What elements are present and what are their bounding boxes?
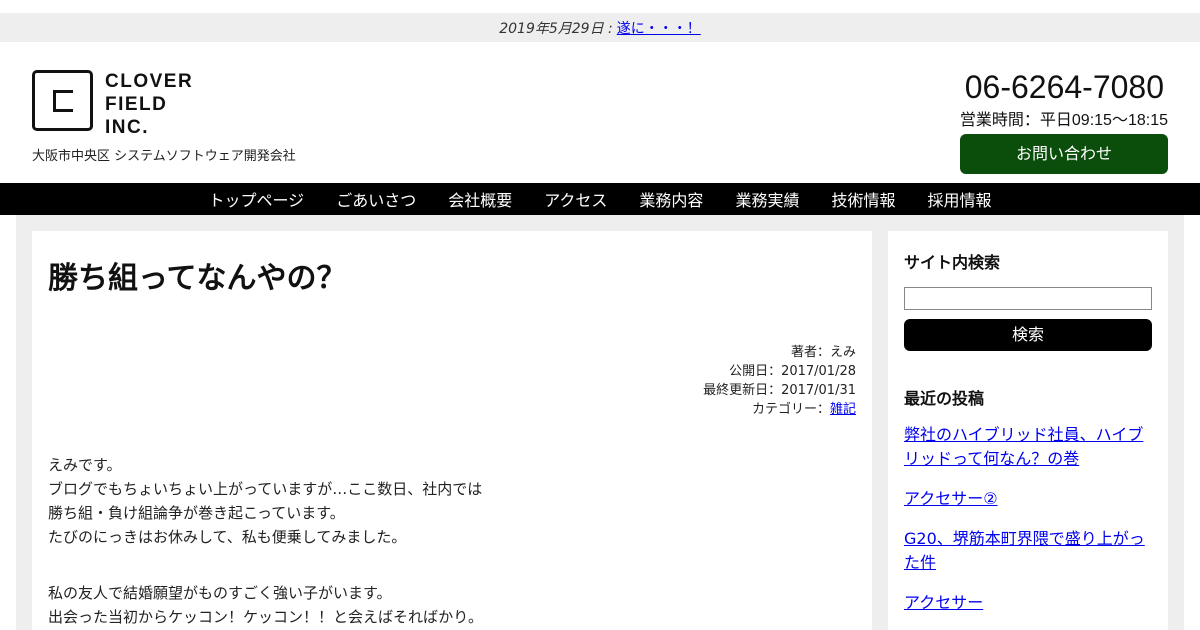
news-date: 2019年5月29日 : [499, 20, 613, 37]
search-widget-title: サイト内検索 [904, 253, 1001, 272]
main-nav: トップページ ごあいさつ 会社概要 アクセス 業務内容 業務実績 技術情報 採用… [0, 183, 1200, 215]
contact-block: 06-6264-7080 営業時間：平日09:15〜18:15 お問い合わせ [948, 68, 1168, 174]
news-link[interactable]: 遂に・・・！ [617, 18, 701, 38]
list-item: G20、堺筋本町界隈で盛り上がった件 [904, 527, 1152, 575]
post-category: カテゴリー：雑記 [751, 402, 856, 417]
company-logo[interactable]: CLOVER FIELD INC. [32, 70, 193, 139]
sidebar: サイト内検索 検索 最近の投稿 弊社のハイブリッド社員、ハイブリッドって何なん？… [888, 231, 1168, 630]
top-news-bar: 2019年5月29日 : 遂に・・・！ [0, 13, 1200, 42]
site-header: CLOVER FIELD INC. 大阪市中央区 システムソフトウェア開発会社 … [0, 42, 1200, 183]
post-body: えみです。 ブログでもちょいちょい上がっていますが…ここ数日、社内では 勝ち組・… [48, 453, 483, 630]
nav-item-top[interactable]: トップページ [193, 187, 321, 211]
nav-item-company[interactable]: 会社概要 [432, 187, 528, 211]
post-title: 勝ち組ってなんやの？ [48, 261, 347, 296]
post-article: 勝ち組ってなんやの？ 著者：えみ 公開日：2017/01/28 最終更新日：20… [32, 231, 872, 630]
nav-item-greeting[interactable]: ごあいさつ [320, 187, 432, 211]
nav-item-access[interactable]: アクセス [528, 187, 623, 211]
nav-item-services[interactable]: 業務内容 [623, 187, 719, 211]
recent-posts-list: 弊社のハイブリッド社員、ハイブリッドって何なん？の巻 アクセサー② G20、堺筋… [904, 423, 1152, 630]
logo-text: CLOVER FIELD INC. [105, 71, 194, 138]
recent-post-link[interactable]: アクセサー [904, 593, 983, 612]
list-item: アクセサー [904, 591, 1152, 615]
post-meta: 著者：えみ 公開日：2017/01/28 最終更新日：2017/01/31 カテ… [703, 343, 856, 419]
category-link[interactable]: 雑記 [830, 402, 856, 417]
search-button[interactable]: 検索 [904, 319, 1152, 351]
contact-button[interactable]: お問い合わせ [960, 134, 1168, 174]
post-updated-date: 最終更新日：2017/01/31 [703, 383, 856, 398]
phone-number: 06-6264-7080 [964, 69, 1164, 105]
logo-mark-icon [32, 70, 93, 131]
nav-item-tech[interactable]: 技術情報 [815, 187, 911, 211]
business-hours: 営業時間：平日09:15〜18:15 [959, 112, 1168, 129]
recent-post-link[interactable]: G20、堺筋本町界隈で盛り上がった件 [904, 529, 1145, 572]
recent-post-link[interactable]: 弊社のハイブリッド社員、ハイブリッドって何なん？の巻 [904, 425, 1143, 468]
list-item: 弊社のハイブリッド社員、ハイブリッドって何なん？の巻 [904, 423, 1152, 471]
search-input[interactable] [904, 287, 1152, 310]
post-author: 著者：えみ [790, 345, 856, 360]
post-published-date: 公開日：2017/01/28 [729, 364, 856, 379]
nav-item-recruit[interactable]: 採用情報 [911, 187, 1007, 211]
post-paragraph: 私の友人で結婚願望がものすごく強い子がいます。 出会った当初からケッコン！ケッコ… [48, 584, 484, 626]
recent-posts-title: 最近の投稿 [904, 389, 985, 408]
site-tagline: 大阪市中央区 システムソフトウェア開発会社 [32, 149, 296, 164]
list-item: アクセサー② [904, 487, 1152, 511]
nav-item-works[interactable]: 業務実績 [719, 187, 815, 211]
recent-post-link[interactable]: アクセサー② [904, 489, 998, 508]
post-paragraph: えみです。 ブログでもちょいちょい上がっていますが…ここ数日、社内では 勝ち組・… [48, 456, 483, 546]
